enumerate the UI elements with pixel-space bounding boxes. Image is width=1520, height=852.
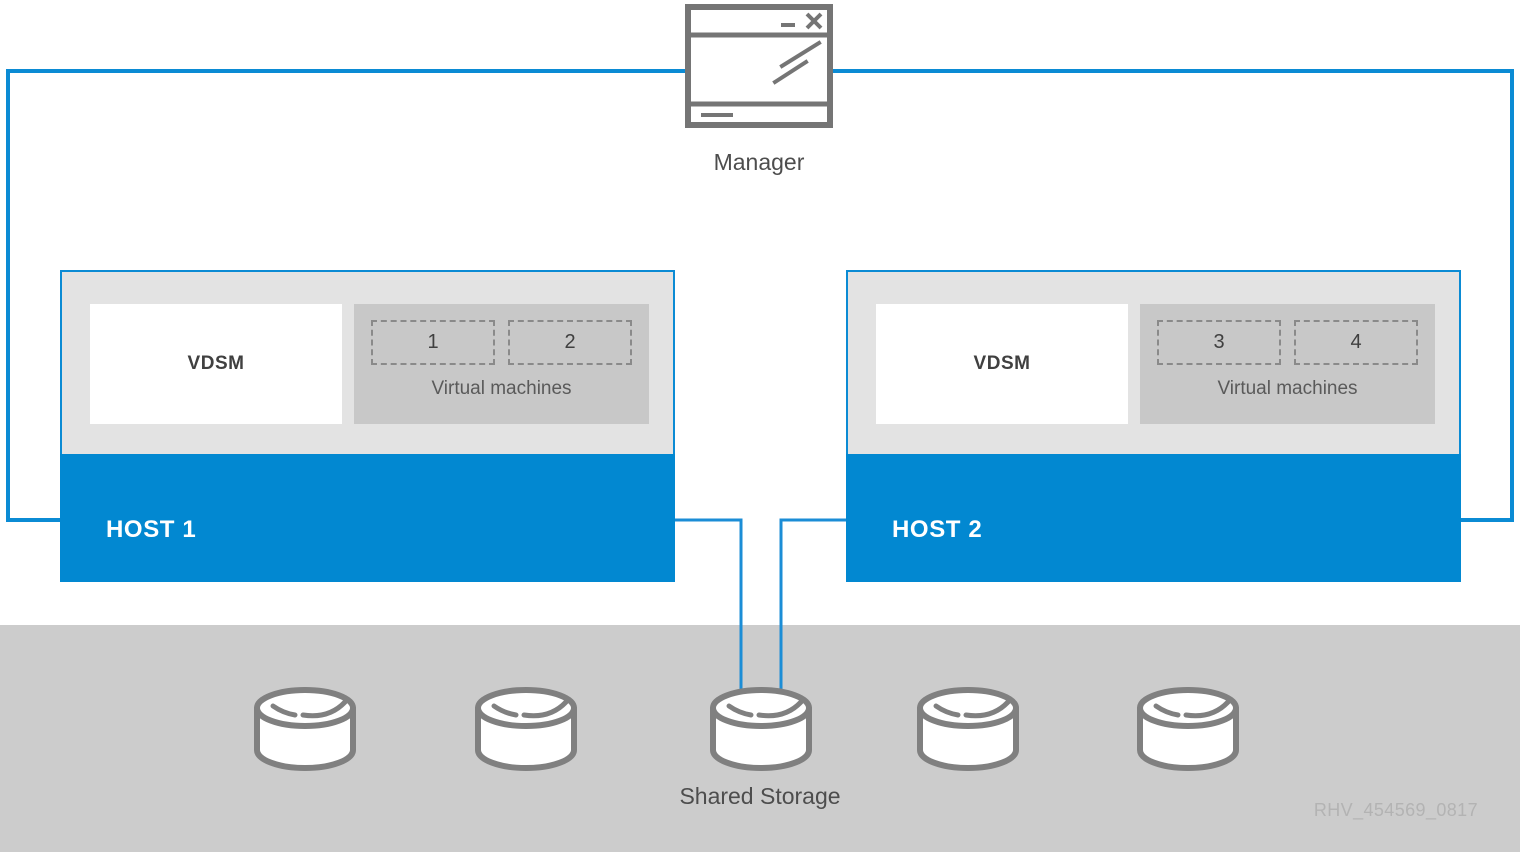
diagram-canvas: Manager VDSM 1 2 Virtual machines HOST 1… xyxy=(0,0,1520,852)
storage-disk[interactable] xyxy=(478,690,574,768)
shared-storage-label: Shared Storage xyxy=(679,783,841,809)
storage-disk[interactable] xyxy=(920,690,1016,768)
watermark-text: RHV_454569_0817 xyxy=(1313,800,1478,820)
storage-disk[interactable] xyxy=(1140,690,1236,768)
storage-disks-layer xyxy=(0,0,1520,852)
storage-disk[interactable] xyxy=(257,690,353,768)
storage-disk-shared[interactable] xyxy=(713,690,809,768)
